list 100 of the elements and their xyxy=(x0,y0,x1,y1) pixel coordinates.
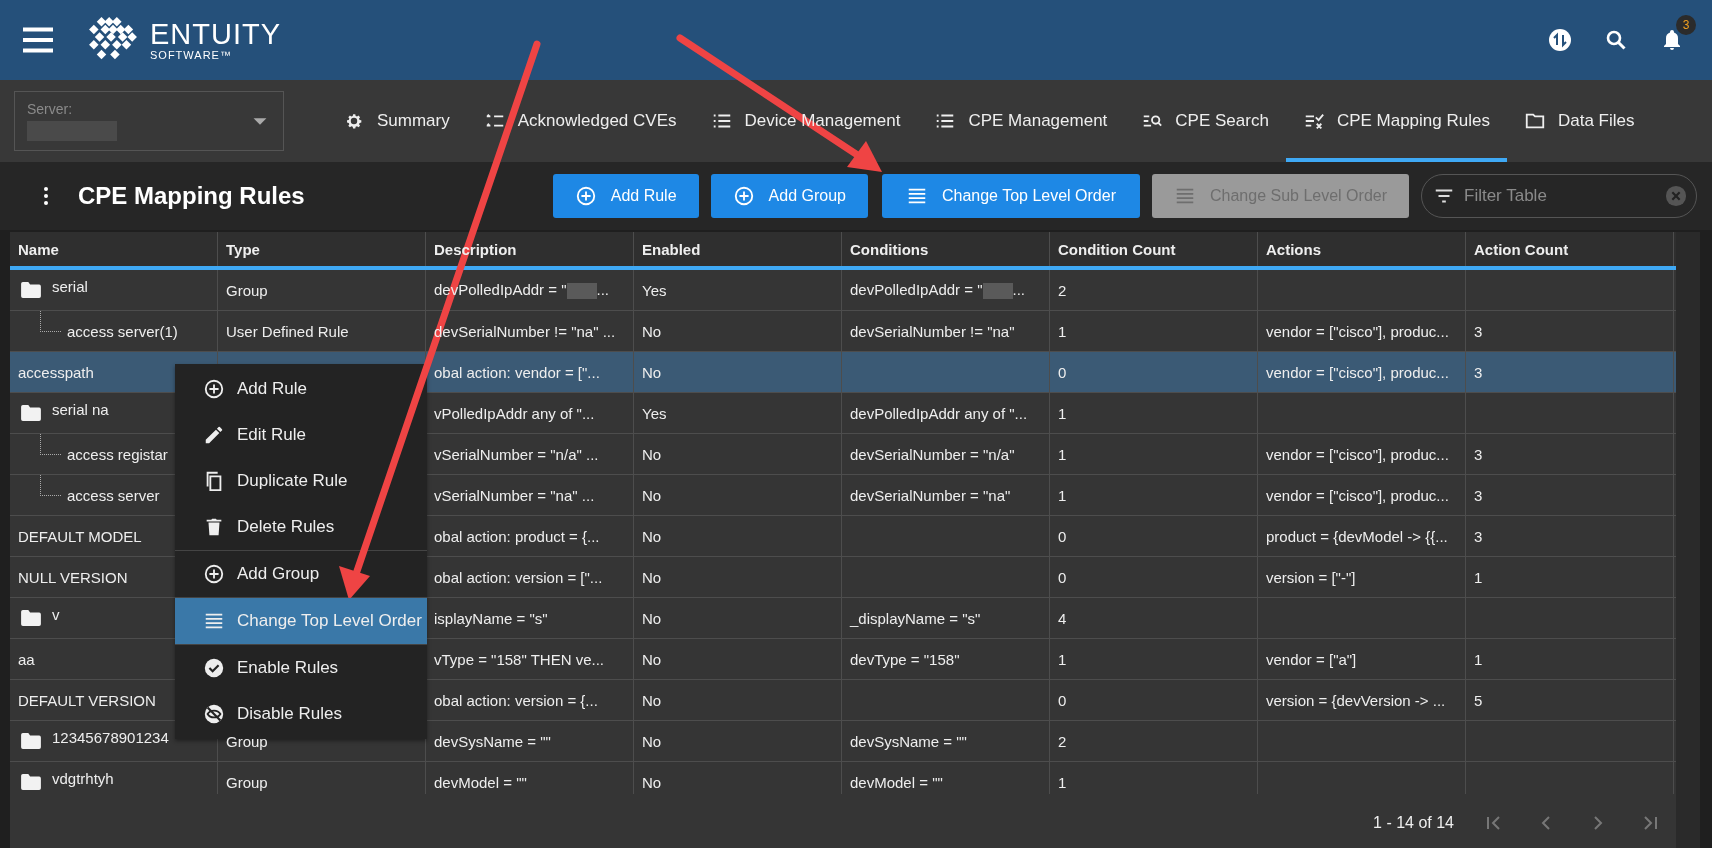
rule-name: aa xyxy=(18,650,35,668)
page-title: CPE Mapping Rules xyxy=(78,182,305,210)
table-cell: devSerialNumber != "na" xyxy=(850,322,1015,340)
menu-item[interactable]: Add Rule xyxy=(175,366,427,412)
column-header[interactable]: Enabled xyxy=(634,232,842,266)
column-header[interactable]: Name xyxy=(10,232,218,266)
table-cell: version = {devVersion -> ... xyxy=(1266,691,1446,709)
tab[interactable]: CPE Management xyxy=(917,80,1125,162)
eye-off-icon xyxy=(203,703,225,725)
folder-icon xyxy=(20,281,42,299)
table-cell: vendor = ["cisco"], produc... xyxy=(1266,363,1449,381)
table-cell: Group xyxy=(226,281,268,299)
table-cell: obal action: version = ["... xyxy=(434,568,603,586)
table-cell: _displayName = "s" xyxy=(850,609,981,627)
table-cell: 1 xyxy=(1058,650,1067,668)
table-cell: 1 xyxy=(1058,486,1067,504)
check-circle-icon xyxy=(203,657,225,679)
table-cell: No xyxy=(642,732,662,750)
table-cell: vSerialNumber = "na" ... xyxy=(434,486,595,504)
table-cell: vendor = ["cisco"], produc... xyxy=(1266,445,1449,463)
table-cell: No xyxy=(642,773,662,791)
table-cell: 5 xyxy=(1474,691,1483,709)
table-cell: devSerialNumber = "n/a" xyxy=(850,445,1015,463)
table-cell: User Defined Rule xyxy=(226,322,349,340)
table-cell: 2 xyxy=(1058,281,1067,299)
rule-name: access server xyxy=(67,486,160,504)
folder-icon xyxy=(20,404,42,422)
table-cell: devSysName = "" xyxy=(434,732,551,750)
column-header[interactable]: Type xyxy=(218,232,426,266)
toolbar-button[interactable]: Add Rule xyxy=(552,174,699,218)
table-cell: 1 xyxy=(1474,650,1483,668)
table-cell: No xyxy=(642,322,662,340)
notification-badge: 3 xyxy=(1676,15,1696,35)
rule-name: access server(1) xyxy=(67,322,178,340)
column-header[interactable]: Action Count xyxy=(1466,232,1674,266)
table-cell: 3 xyxy=(1474,445,1483,463)
column-header[interactable]: Actions xyxy=(1258,232,1466,266)
table-cell: vType = "158" THEN ve... xyxy=(434,650,605,668)
table-cell: Yes xyxy=(642,281,667,299)
menu-item[interactable]: Enable Rules xyxy=(175,645,427,691)
table-cell: vendor = ["cisco"], produc... xyxy=(1266,486,1449,504)
rule-name: serial xyxy=(52,277,88,295)
server-label: Server: xyxy=(27,101,74,117)
folder-icon xyxy=(20,732,42,750)
plus-circle-icon xyxy=(203,378,225,400)
tab[interactable]: Acknowledged CVEs xyxy=(466,80,694,162)
table-cell: No xyxy=(642,650,662,668)
table-cell: devPolledIpAddr = " ... xyxy=(850,281,1025,299)
table-cell: No xyxy=(642,609,662,627)
menu-item[interactable]: Add Group xyxy=(175,551,427,597)
table-cell: devModel = "" xyxy=(850,773,943,791)
tab[interactable]: Data Files xyxy=(1506,80,1652,162)
table-cell: 0 xyxy=(1058,363,1067,381)
toolbar-button[interactable]: Add Group xyxy=(710,174,868,218)
toolbar-button[interactable]: Change Top Level Order xyxy=(881,174,1140,218)
tree-connector xyxy=(40,434,61,455)
filter-field[interactable]: Filter Table xyxy=(1421,174,1697,218)
table-cell: devModel = "" xyxy=(434,773,527,791)
table-cell: 1 xyxy=(1474,568,1483,586)
tab[interactable]: CPE Search xyxy=(1124,80,1286,162)
page-range: 1 - 14 of 14 xyxy=(1373,814,1454,832)
logo-wordmark: ENTUITY xyxy=(150,19,282,49)
menu-item[interactable]: Delete Rules xyxy=(175,504,427,550)
logo-tagline: SOFTWARE™ xyxy=(150,49,233,61)
table-cell: 1 xyxy=(1058,322,1067,340)
table-cell: 4 xyxy=(1058,609,1067,627)
rule-name: v xyxy=(52,605,60,623)
folder-icon xyxy=(20,609,42,627)
tree-connector xyxy=(40,311,61,332)
table-cell: obal action: vendor = ["... xyxy=(434,363,600,381)
table-cell: 0 xyxy=(1058,568,1067,586)
tab[interactable]: Summary xyxy=(326,80,467,162)
folder-icon xyxy=(20,773,42,791)
table-cell: vPolledIpAddr any of "... xyxy=(434,404,595,422)
table-cell: devPolledIpAddr any of "... xyxy=(850,404,1028,422)
table-cell: devSerialNumber = "na" xyxy=(850,486,1011,504)
table-cell: 0 xyxy=(1058,691,1067,709)
rule-name: DEFAULT MODEL xyxy=(18,527,142,545)
table-cell: No xyxy=(642,568,662,586)
table-cell: 0 xyxy=(1058,527,1067,545)
table-cell: vendor = ["a"] xyxy=(1266,650,1357,668)
rule-name: serial na xyxy=(52,400,109,418)
table-cell: version = ["-"] xyxy=(1266,568,1356,586)
table-cell: 1 xyxy=(1058,773,1067,791)
table-cell: 2 xyxy=(1058,732,1067,750)
menu-item[interactable]: Edit Rule xyxy=(175,412,427,458)
table-cell: obal action: version = {... xyxy=(434,691,598,709)
table-cell: isplayName = "s" xyxy=(434,609,548,627)
search-icon[interactable] xyxy=(1604,28,1628,52)
menu-item[interactable]: Change Top Level Order xyxy=(175,598,427,644)
column-header[interactable]: Conditions xyxy=(842,232,1050,266)
menu-item[interactable]: Duplicate Rule xyxy=(175,458,427,504)
plus-circle-icon xyxy=(732,185,755,207)
rule-name: accesspath xyxy=(18,363,94,381)
table-cell: 3 xyxy=(1474,527,1483,545)
table-cell: 3 xyxy=(1474,322,1483,340)
column-header[interactable]: Condition Count xyxy=(1050,232,1258,266)
sync-icon[interactable] xyxy=(1548,28,1572,52)
table-cell: Yes xyxy=(642,404,667,422)
table-cell: 1 xyxy=(1058,445,1067,463)
